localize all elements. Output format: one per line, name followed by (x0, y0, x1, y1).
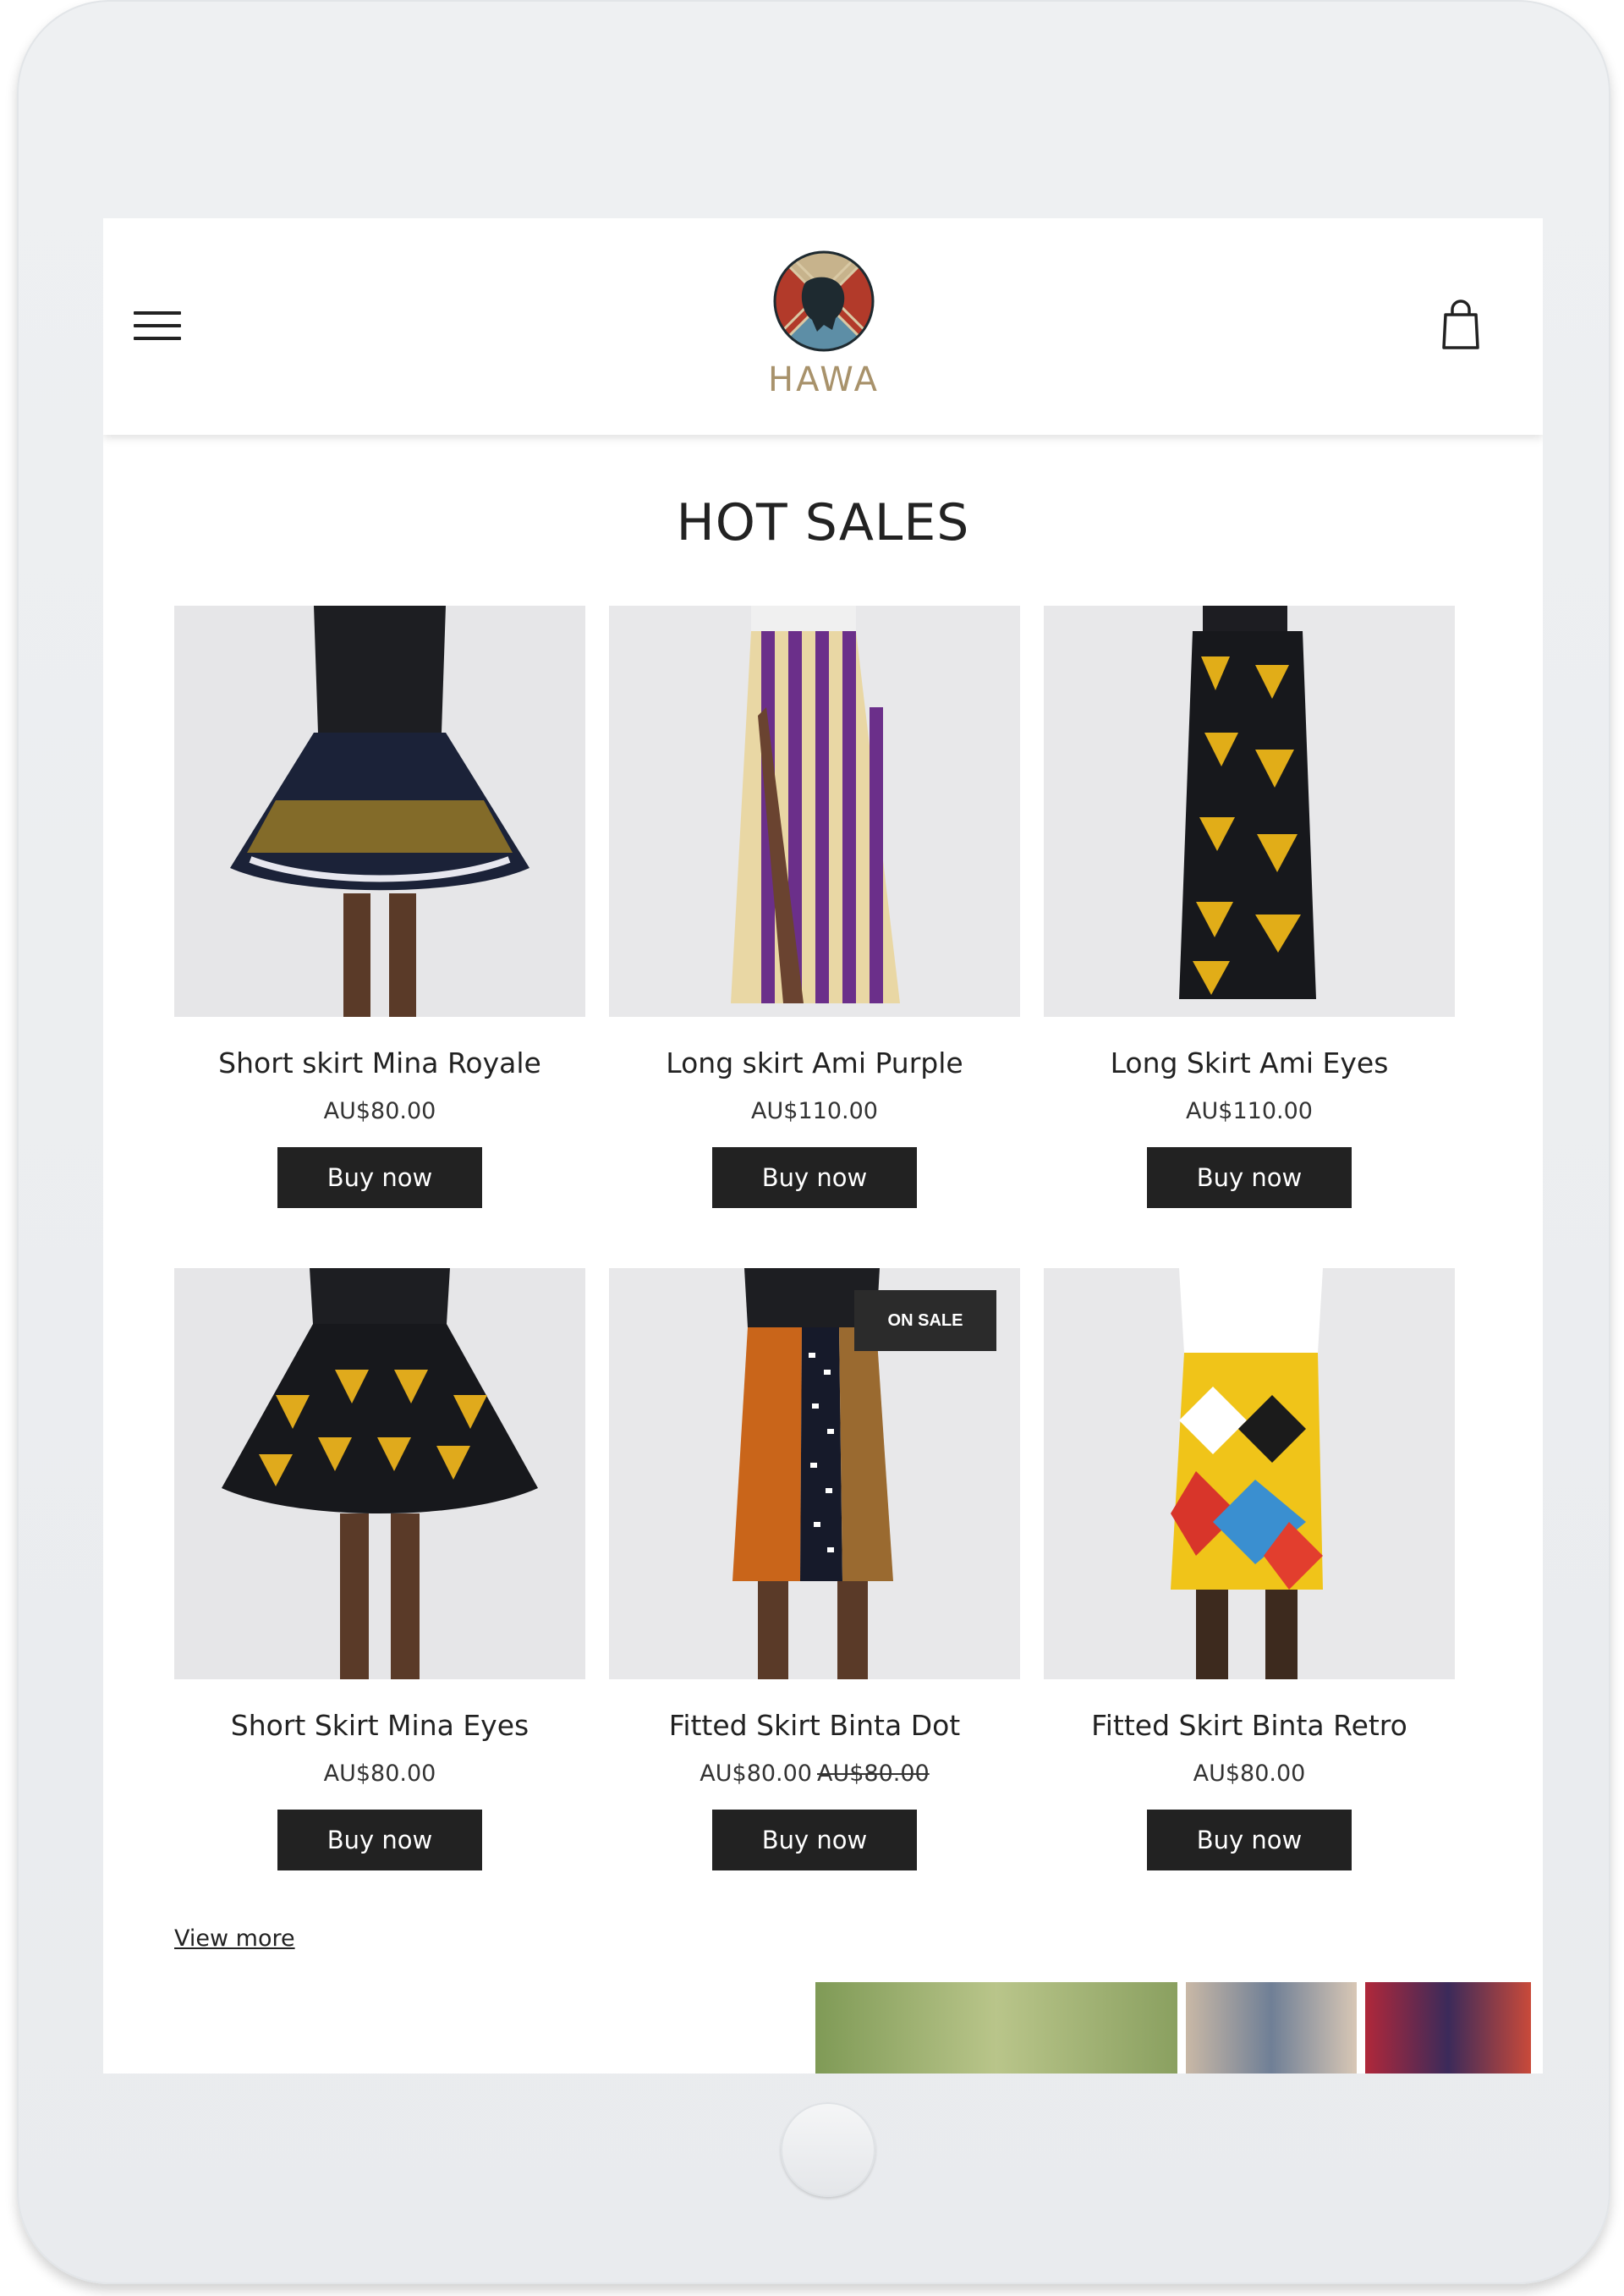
tablet-frame: HAWA HOT SALES Short skirt Mina Royale A… (17, 0, 1610, 2284)
product-price: AU$110.00 (1186, 1098, 1313, 1124)
buy-now-button[interactable]: Buy now (277, 1810, 482, 1870)
original-price: AU$80.00 (817, 1760, 930, 1787)
product-name[interactable]: Fitted Skirt Binta Retro (1044, 1705, 1455, 1747)
product-price: AU$110.00 (751, 1098, 878, 1124)
brand-name: HAWA (768, 360, 880, 399)
on-sale-badge: ON SALE (854, 1290, 996, 1351)
promo-image[interactable] (1186, 1982, 1357, 2074)
buy-now-button[interactable]: Buy now (712, 1147, 917, 1208)
brand-logo[interactable]: HAWA (756, 249, 892, 418)
product-name[interactable]: Long Skirt Ami Eyes (1044, 1042, 1455, 1085)
product-card: Fitted Skirt Binta Retro AU$80.00 Buy no… (1044, 1268, 1455, 1870)
product-image[interactable]: ON SALE (609, 1268, 1020, 1679)
product-name[interactable]: Short Skirt Mina Eyes (174, 1705, 585, 1747)
buy-now-button[interactable]: Buy now (1147, 1147, 1352, 1208)
product-image[interactable] (1044, 606, 1455, 1017)
sale-price: AU$80.00 (700, 1760, 812, 1787)
product-card: Long Skirt Ami Eyes AU$110.00 Buy now (1044, 606, 1455, 1208)
product-price: AU$80.00 (323, 1098, 436, 1124)
view-more-link[interactable]: View more (174, 1925, 295, 1952)
promo-image[interactable] (815, 1982, 1177, 2074)
product-image[interactable] (174, 606, 585, 1017)
buy-now-button[interactable]: Buy now (277, 1147, 482, 1208)
buy-now-button[interactable]: Buy now (1147, 1810, 1352, 1870)
shopping-bag-icon[interactable] (1441, 299, 1480, 350)
product-card: ON SALE Fitted Skirt Binta Dot AU$80.00 A… (609, 1268, 1020, 1870)
section-title: HOT SALES (676, 493, 970, 552)
home-button[interactable] (781, 2102, 875, 2197)
product-price: AU$80.00 AU$80.00 (609, 1759, 1020, 1789)
product-price: AU$80.00 (1193, 1760, 1306, 1787)
hamburger-menu-icon[interactable] (134, 311, 181, 340)
product-name[interactable]: Long skirt Ami Purple (609, 1042, 1020, 1085)
product-price: AU$80.00 (323, 1760, 436, 1787)
product-card: Short Skirt Mina Eyes AU$80.00 Buy now (174, 1268, 585, 1870)
product-name[interactable]: Fitted Skirt Binta Dot (609, 1705, 1020, 1747)
product-image[interactable] (1044, 1268, 1455, 1679)
product-card: Long skirt Ami Purple AU$110.00 Buy now (609, 606, 1020, 1208)
product-image[interactable] (609, 606, 1020, 1017)
promo-image[interactable] (1365, 1982, 1531, 2074)
logo-emblem-icon (773, 250, 875, 352)
screen: HAWA HOT SALES Short skirt Mina Royale A… (103, 218, 1543, 2074)
product-card: Short skirt Mina Royale AU$80.00 Buy now (174, 606, 585, 1208)
site-header: HAWA (103, 218, 1543, 435)
product-image[interactable] (174, 1268, 585, 1679)
product-name[interactable]: Short skirt Mina Royale (174, 1042, 585, 1085)
buy-now-button[interactable]: Buy now (712, 1810, 917, 1870)
